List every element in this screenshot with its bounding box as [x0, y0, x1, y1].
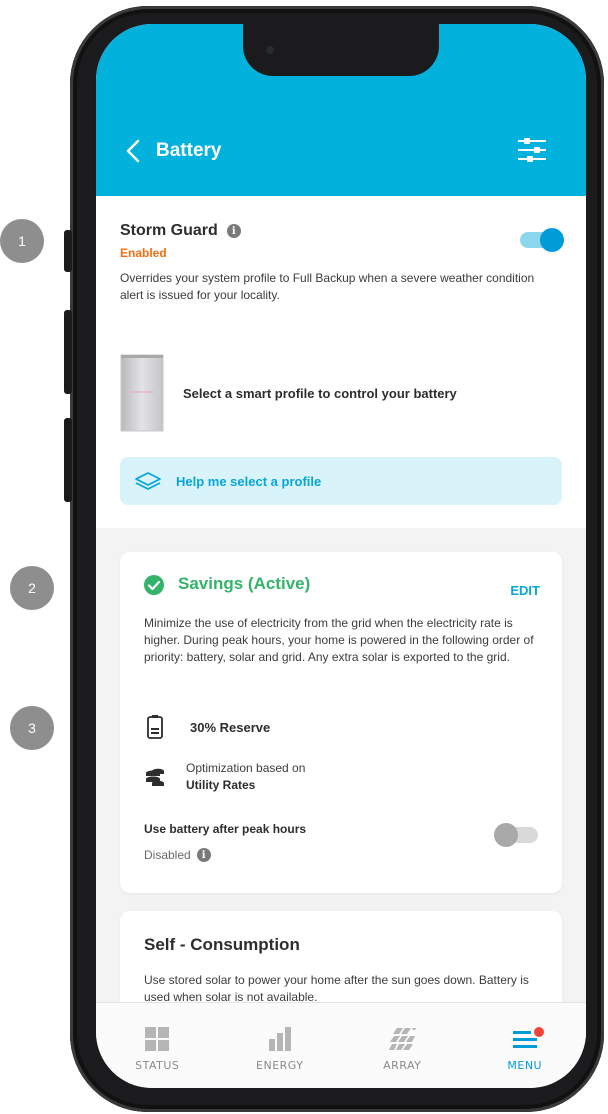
camera-icon [266, 46, 274, 54]
storm-guard-section: Storm Guard i Enabled Overrides your sys… [96, 196, 586, 332]
optimization-row: Optimization based on Utility Rates [144, 760, 305, 794]
edit-button[interactable]: EDIT [510, 583, 540, 598]
phone-volume-down [64, 418, 72, 502]
savings-title: Savings (Active) [178, 574, 311, 593]
tab-menu-label: MENU [507, 1059, 543, 1072]
tab-status[interactable]: STATUS [96, 1003, 219, 1088]
optimization-text: Optimization based on Utility Rates [186, 760, 305, 794]
peak-hours-label: Use battery after peak hours [144, 822, 307, 836]
profile-select-section: Select a smart profile to control your b… [96, 331, 586, 528]
savings-profile-card[interactable]: Savings (Active) EDIT Minimize the use o… [120, 552, 562, 893]
notification-badge [533, 1027, 544, 1037]
optimization-value: Utility Rates [186, 778, 256, 792]
reserve-row: 30% Reserve [144, 715, 270, 739]
annotation-marker-1: 1 [0, 219, 44, 263]
annotation-marker-3: 3 [10, 706, 54, 750]
back-button[interactable]: Battery [124, 137, 221, 165]
tab-menu[interactable]: MENU [464, 1003, 587, 1088]
peak-hours-status: Disabled [144, 848, 191, 862]
savings-description: Minimize the use of electricity from the… [144, 616, 534, 664]
info-icon[interactable]: i [196, 848, 211, 862]
coins-icon [146, 768, 164, 786]
self-consumption-title: Self - Consumption [144, 935, 300, 954]
peak-hours-status-row: Disabled i [144, 848, 211, 862]
peak-hours-toggle[interactable] [494, 823, 538, 847]
battery-unit-image [120, 354, 164, 432]
tab-energy-label: ENERGY [256, 1059, 304, 1072]
app-screen: Battery Storm Guard i Enabled Overrides … [96, 24, 586, 1088]
phone-silent-switch [64, 230, 72, 272]
toggle-knob [540, 228, 564, 252]
tab-array-label: ARRAY [383, 1059, 422, 1072]
phone-volume-up [64, 310, 72, 394]
tab-status-label: STATUS [135, 1059, 180, 1072]
layers-icon [135, 472, 161, 490]
storm-guard-title: Storm Guard [120, 222, 218, 239]
profile-prompt: Select a smart profile to control your b… [183, 386, 457, 401]
check-circle-icon [144, 575, 164, 595]
optimization-label: Optimization based on [186, 761, 306, 775]
annotation-marker-2: 2 [10, 566, 54, 610]
bar-chart-icon [268, 1027, 291, 1051]
storm-guard-status: Enabled [120, 246, 167, 260]
tab-energy[interactable]: ENERGY [219, 1003, 342, 1088]
solar-array-icon [389, 1028, 417, 1050]
sliders-icon[interactable] [516, 137, 548, 163]
info-icon[interactable]: i [226, 224, 241, 238]
help-select-profile-button[interactable]: Help me select a profile [120, 457, 562, 505]
reserve-value: 30% Reserve [190, 719, 271, 735]
storm-guard-toggle[interactable] [520, 228, 564, 252]
battery-icon [147, 715, 163, 739]
storm-guard-heading: Storm Guard i [120, 222, 241, 240]
page-title: Battery [156, 140, 222, 161]
toggle-knob [494, 823, 518, 847]
self-consumption-description: Use stored solar to power your home afte… [144, 973, 529, 1004]
grid-icon [145, 1027, 170, 1051]
tab-array[interactable]: ARRAY [341, 1003, 464, 1088]
storm-guard-description: Overrides your system profile to Full Ba… [120, 271, 535, 302]
chevron-left-icon [126, 139, 140, 163]
help-select-profile-label: Help me select a profile [176, 473, 322, 489]
bottom-tab-bar: STATUS ENERGY ARRAY MENU [96, 1002, 586, 1088]
